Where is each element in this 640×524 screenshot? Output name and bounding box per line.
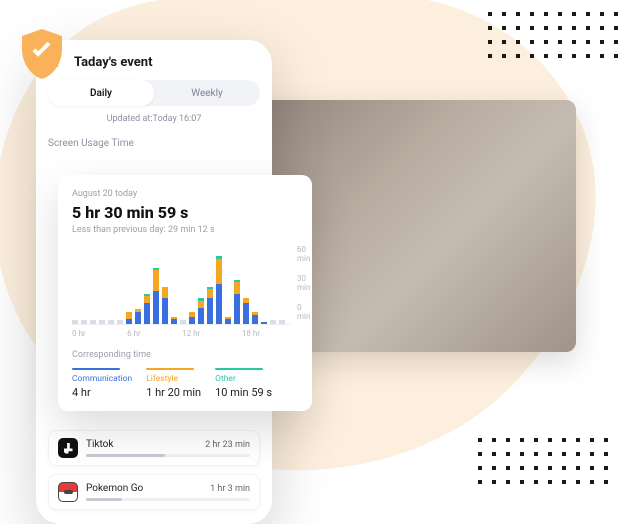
chart-bar bbox=[144, 254, 150, 324]
chart-bar bbox=[207, 254, 213, 324]
x-tick: 18 hr bbox=[242, 329, 260, 338]
decoration-dots-bottom bbox=[478, 438, 610, 486]
app-progress bbox=[86, 454, 250, 457]
tab-daily[interactable]: Daily bbox=[48, 80, 154, 106]
chart-bar bbox=[261, 254, 267, 324]
pokemon-icon bbox=[58, 482, 78, 502]
shield-check-icon bbox=[14, 26, 70, 82]
chart-bar bbox=[189, 254, 195, 324]
section-label: Screen Usage Time bbox=[48, 138, 260, 149]
y-tick: 30 min bbox=[297, 274, 310, 292]
usage-delta: Less than previous day: 29 min 12 s bbox=[72, 225, 298, 235]
chart-bar bbox=[99, 254, 105, 324]
usage-total: 5 hr 30 min 59 s bbox=[72, 203, 298, 222]
chart-bar bbox=[234, 254, 240, 324]
chart-bar bbox=[252, 254, 258, 324]
chart-bar bbox=[243, 254, 249, 324]
chart-bar bbox=[135, 254, 141, 324]
y-tick: 60 min bbox=[297, 245, 310, 263]
usage-date: August 20 today bbox=[72, 189, 298, 199]
chart-bar bbox=[225, 254, 231, 324]
chart-bar bbox=[216, 254, 222, 324]
category-communication: Communication 4 hr bbox=[72, 368, 132, 399]
app-row-pokemon[interactable]: Pokemon Go 1 hr 3 min bbox=[48, 474, 260, 510]
usage-card: August 20 today 5 hr 30 min 59 s Less th… bbox=[58, 175, 312, 411]
chart-bar bbox=[180, 254, 186, 324]
app-row-tiktok[interactable]: Tiktok 2 hr 23 min bbox=[48, 430, 260, 466]
app-time: 2 hr 23 min bbox=[205, 440, 250, 450]
chart-bar bbox=[81, 254, 87, 324]
usage-chart: 60 min 30 min 0 min bbox=[72, 245, 298, 325]
tab-weekly[interactable]: Weekly bbox=[154, 80, 260, 106]
page-title: Taday's event bbox=[74, 55, 152, 70]
corresponding-label: Corresponding time bbox=[72, 350, 298, 360]
y-tick: 0 min bbox=[297, 303, 310, 321]
updated-label: Updated at:Today 16:07 bbox=[48, 114, 260, 124]
chart-bar bbox=[117, 254, 123, 324]
chart-bar bbox=[90, 254, 96, 324]
x-tick: 12 hr bbox=[182, 329, 200, 338]
x-tick: 6 hr bbox=[127, 329, 141, 338]
tiktok-icon bbox=[58, 438, 78, 458]
app-name: Pokemon Go bbox=[86, 483, 143, 494]
chart-bar bbox=[162, 254, 168, 324]
category-lifestyle: Lifestyle 1 hr 20 min bbox=[146, 368, 201, 399]
chart-bar bbox=[108, 254, 114, 324]
chart-bar bbox=[171, 254, 177, 324]
app-name: Tiktok bbox=[86, 439, 113, 450]
app-time: 1 hr 3 min bbox=[210, 484, 250, 494]
category-other: Other 10 min 59 s bbox=[215, 368, 272, 399]
chart-bar bbox=[126, 254, 132, 324]
chart-bar bbox=[72, 254, 78, 324]
chart-bar bbox=[270, 254, 276, 324]
period-segmented-control[interactable]: Daily Weekly bbox=[48, 80, 260, 106]
chart-bar bbox=[198, 254, 204, 324]
chart-bar bbox=[279, 254, 285, 324]
x-tick: 0 hr bbox=[72, 329, 86, 338]
chart-bar bbox=[153, 254, 159, 324]
decoration-dots-top bbox=[488, 12, 620, 60]
